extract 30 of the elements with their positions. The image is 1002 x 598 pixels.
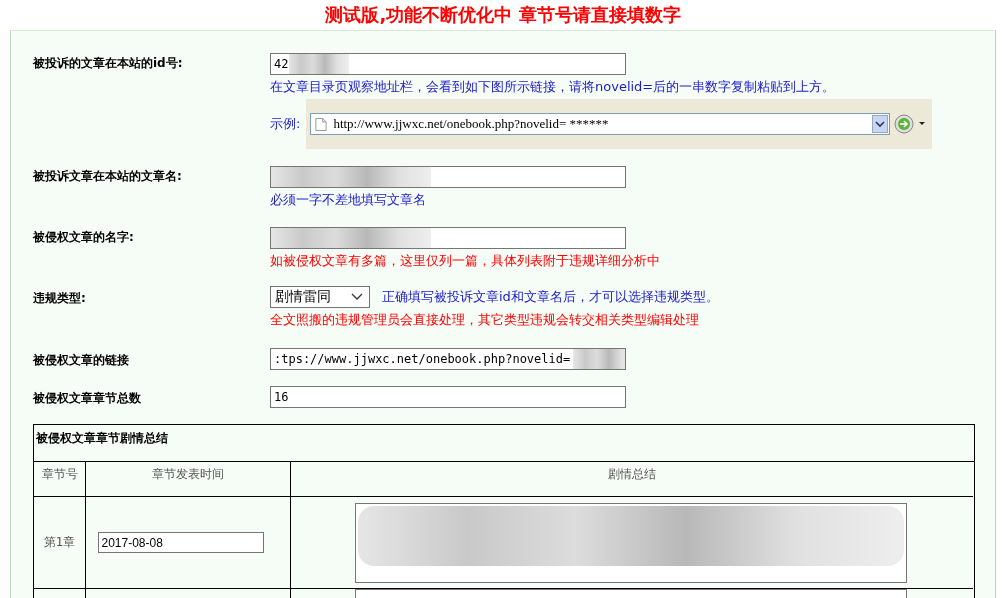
page-title: 测试版,功能不断优化中 章节号请直接填数字 — [324, 3, 682, 27]
field-label: 被侵权文章的名字: — [33, 229, 135, 246]
field-label: 被侵权文章章节总数 — [33, 390, 142, 407]
go-arrow-icon — [894, 114, 927, 134]
caret-icon — [875, 120, 886, 128]
field-label: 被侵权文章的链接 — [33, 352, 130, 369]
hint-text: 正确填写被投诉文章id和文章名后，才可以选择违规类型。 — [382, 289, 719, 305]
column-header: 剧情总结 — [291, 462, 973, 497]
url-text: http://www.jjwxc.net/onebook.php?novelid= ****** — [333, 116, 610, 132]
field-label: 违规类型: — [33, 290, 87, 307]
table-cell: 第1章 — [34, 497, 86, 589]
field-label: 被投诉文章在本站的文章名: — [33, 168, 183, 185]
input-field[interactable]: 16 — [270, 386, 626, 408]
example-label: 示例: — [270, 116, 301, 132]
column-header: 章节发表时间 — [86, 462, 291, 497]
type-dropdown[interactable]: 剧情雷同 — [270, 286, 370, 308]
hint-text: 全文照搬的违规管理员会直接处理，其它类型违规会转交相关类型编辑处理 — [270, 312, 700, 328]
input-field[interactable] — [270, 166, 626, 188]
hint-text: 如被侵权文章有多篇，这里仅列一篇，具体列表附于违规详细分析中 — [270, 253, 660, 269]
input-field[interactable]: 42 — [270, 53, 626, 75]
input-field[interactable]: :tps://www.jjwxc.net/onebook.php?novelid= — [270, 348, 626, 370]
hint-text: 必须一字不差地填写文章名 — [270, 192, 427, 208]
hint-text: 在文章目录页观察地址栏，会看到如下图所示链接，请将novelid=后的一串数字复制粘贴到上方。 — [270, 79, 837, 95]
field-label: 被投诉的文章在本站的id号: — [33, 55, 184, 72]
input-field[interactable] — [270, 227, 626, 249]
date-field[interactable]: 2017-08-08 — [97, 532, 264, 553]
caret-icon — [351, 293, 363, 301]
page-icon — [315, 116, 328, 132]
table-title: 被侵权文章章节剧情总结 — [34, 425, 974, 462]
column-header: 章节号 — [34, 462, 86, 497]
